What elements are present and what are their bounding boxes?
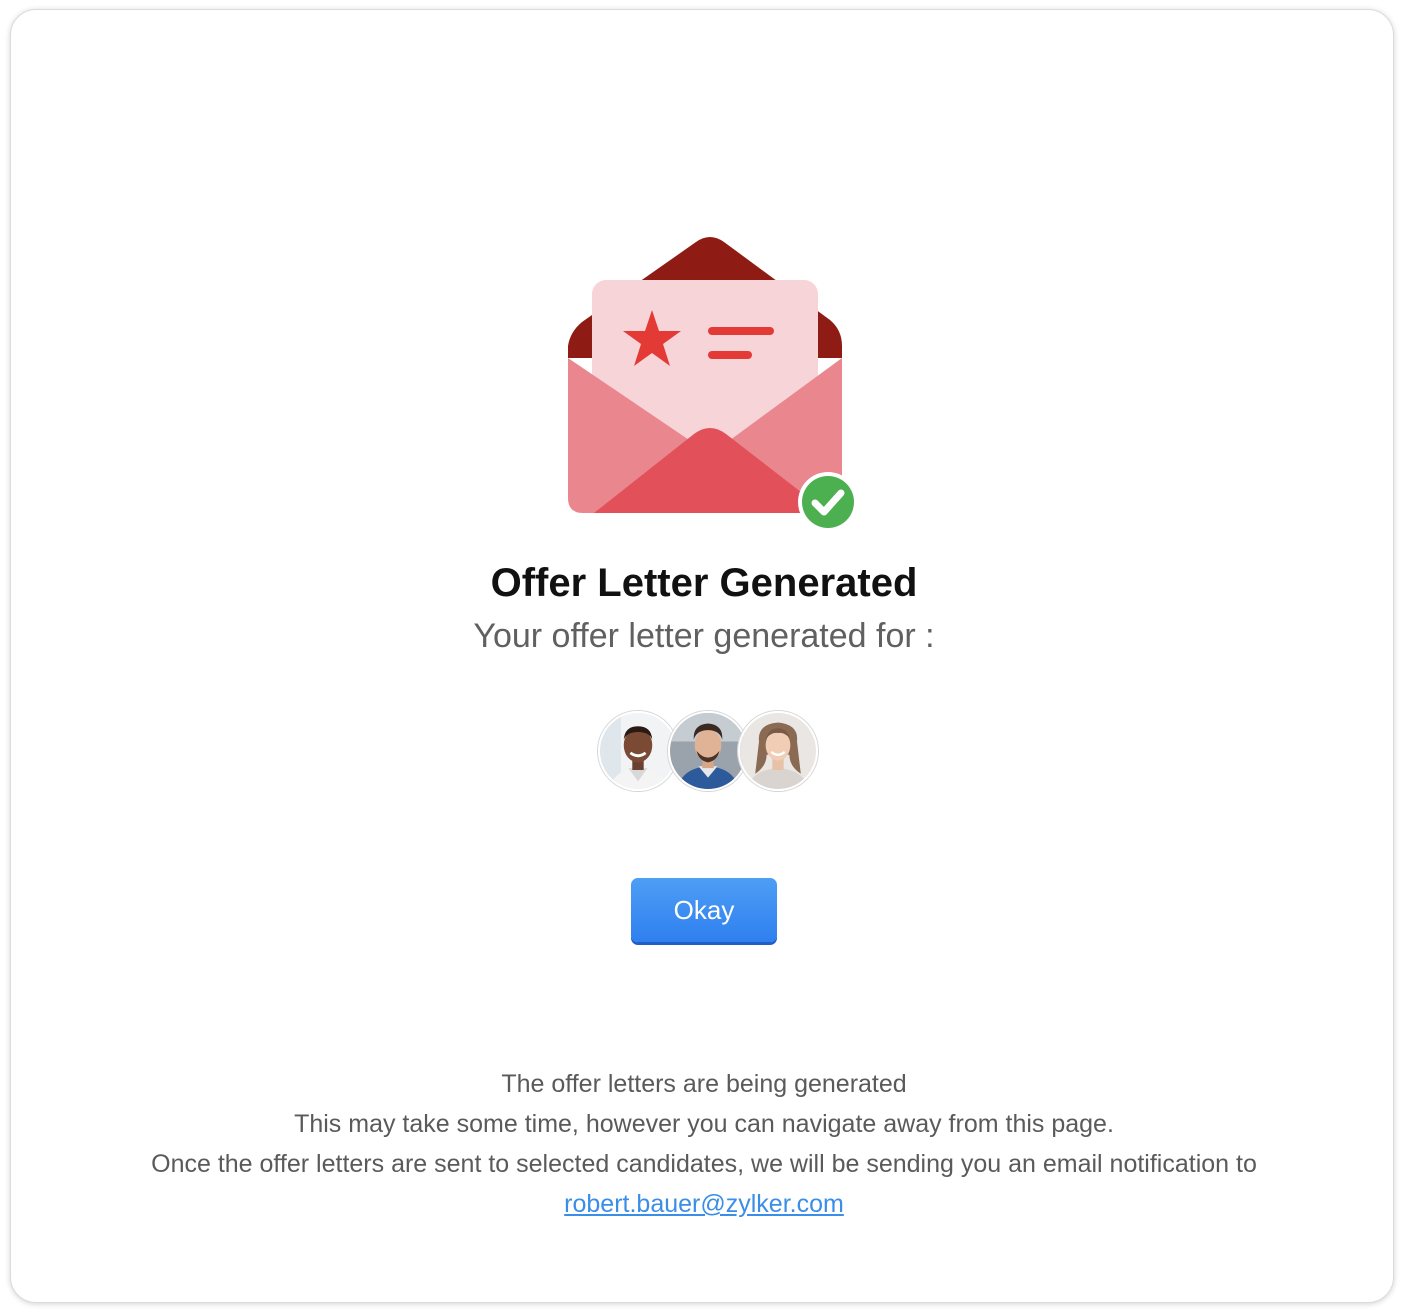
generation-notes: The offer letters are being generated Th… [0, 1064, 1408, 1224]
candidate-avatar-group [598, 711, 822, 793]
dialog-title: Offer Letter Generated [490, 561, 918, 605]
notification-email-link[interactable]: robert.bauer@zylker.com [564, 1190, 844, 1218]
notes-line-3: Once the offer letters are sent to selec… [151, 1150, 1257, 1178]
dialog-subtitle: Your offer letter generated for : [473, 617, 935, 655]
candidate-avatar-1[interactable] [598, 711, 678, 791]
check-circle-icon [802, 476, 854, 528]
notes-line-1: The offer letters are being generated [501, 1070, 907, 1098]
envelope-offer-letter-icon [558, 228, 868, 538]
okay-button[interactable]: Okay [631, 878, 777, 942]
notes-line-2: This may take some time, however you can… [294, 1110, 1114, 1138]
candidate-avatar-2[interactable] [668, 711, 748, 791]
candidate-avatar-3[interactable] [738, 711, 818, 791]
